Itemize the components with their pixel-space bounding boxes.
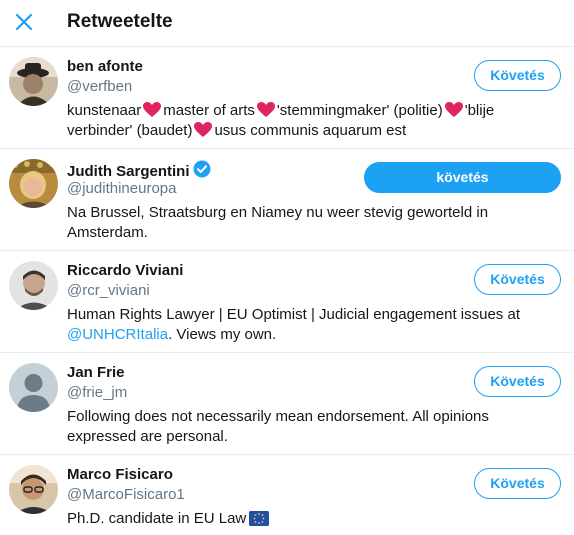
bio-text: . Views my own.: [168, 326, 277, 343]
avatar[interactable]: [9, 363, 58, 412]
close-button[interactable]: [10, 8, 38, 36]
user-handle[interactable]: @frie_jm: [67, 384, 127, 401]
user-bio: Human Rights Lawyer | EU Optimist | Judi…: [67, 305, 562, 345]
user-name[interactable]: Riccardo Viviani: [67, 262, 183, 279]
follow-button[interactable]: Követés: [474, 468, 561, 499]
user-row-frie_jm[interactable]: Jan Frie @frie_jm Követés Following does…: [0, 353, 574, 455]
user-bio: Ph.D. candidate in EU Law: [67, 509, 562, 529]
user-bio: Following does not necessarily mean endo…: [67, 408, 489, 445]
close-icon[interactable]: [10, 8, 38, 36]
user-bio: kunstenaar master of arts 'stemmingmaker' …: [67, 101, 562, 141]
avatar[interactable]: [9, 159, 58, 208]
user-name[interactable]: Jan Frie: [67, 364, 125, 381]
heart-icon: [444, 102, 463, 117]
follow-button[interactable]: Követés: [474, 366, 561, 397]
verified-badge-icon: [193, 160, 211, 178]
user-handle[interactable]: @judithineuropa: [67, 180, 176, 197]
follow-button[interactable]: követés: [364, 162, 561, 193]
page-title: Retweetelte: [67, 11, 173, 32]
follow-button[interactable]: Követés: [474, 264, 561, 295]
bio-text: Human Rights Lawyer | EU Optimist | Judi…: [67, 306, 520, 323]
bio-text: master of arts: [163, 102, 255, 119]
header: Retweetelte: [0, 0, 574, 47]
user-row-verfben[interactable]: ben afonte @verfben Követés kunstenaar ma…: [0, 47, 574, 149]
bio-text: usus communis aquarum est: [214, 122, 407, 139]
follow-button[interactable]: Követés: [474, 60, 561, 91]
bio-text: 'stemmingmaker' (politie): [276, 102, 443, 119]
user-name-text[interactable]: Judith Sargentini: [67, 163, 190, 180]
user-handle[interactable]: @MarcoFisicaro1: [67, 486, 185, 503]
bio-text: Ph.D. candidate in EU Law: [67, 510, 247, 527]
bio-text: kunstenaar: [67, 102, 142, 119]
user-name[interactable]: Judith Sargentini: [67, 160, 211, 180]
heart-icon: [143, 102, 162, 117]
avatar[interactable]: [9, 57, 58, 106]
avatar[interactable]: [9, 465, 58, 514]
user-row-MarcoFisicaro1[interactable]: Marco Fisicaro @MarcoFisicaro1 Követés P…: [0, 455, 574, 535]
heart-icon: [194, 122, 213, 137]
user-row-rcr_viviani[interactable]: Riccardo Viviani @rcr_viviani Követés Hu…: [0, 251, 574, 353]
heart-icon: [256, 102, 275, 117]
eu-flag-icon: [249, 511, 270, 526]
bio-mention-link[interactable]: @UNHCRItalia: [67, 326, 168, 343]
user-row-judithineuropa[interactable]: Judith Sargentini @judithineuropa követé…: [0, 149, 574, 251]
user-handle[interactable]: @rcr_viviani: [67, 282, 150, 299]
user-name[interactable]: Marco Fisicaro: [67, 466, 173, 483]
user-bio: Na Brussel, Straatsburg en Niamey nu wee…: [67, 204, 489, 241]
user-name[interactable]: ben afonte: [67, 58, 143, 75]
user-handle[interactable]: @verfben: [67, 78, 132, 95]
avatar[interactable]: [9, 261, 58, 310]
